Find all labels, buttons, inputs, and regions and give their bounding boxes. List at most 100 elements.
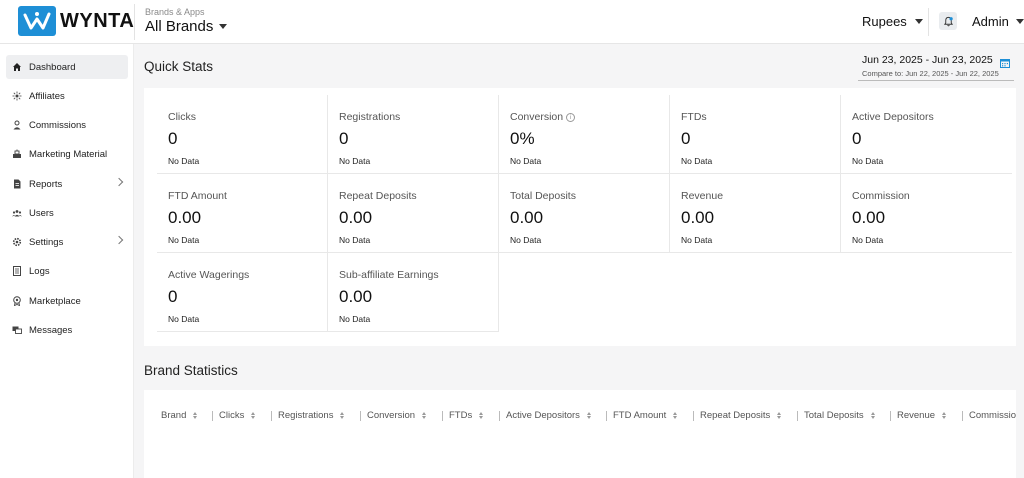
stat-card-total-deposits: Total Deposits 0.00 No Data [499, 174, 670, 253]
stat-card-active-wagerings: Active Wagerings 0 No Data [157, 253, 328, 332]
sidebar-item-messages[interactable]: Messages [6, 318, 128, 342]
commissions-icon [12, 120, 22, 130]
sidebar-item-dashboard[interactable]: Dashboard [6, 55, 128, 79]
affiliates-icon [12, 91, 22, 101]
sort-icon [193, 412, 198, 419]
sidebar-item-settings[interactable]: Settings [6, 230, 128, 254]
stat-label: Sub-affiliate Earnings [339, 269, 439, 281]
logs-icon [12, 266, 22, 276]
column-header-active-depositors[interactable]: Active Depositors [506, 410, 591, 421]
stat-sub: No Data [852, 235, 884, 245]
caret-down-icon [219, 24, 228, 29]
stat-label: Registrations [339, 111, 401, 123]
column-header-ftd-amount[interactable]: FTD Amount [613, 410, 678, 421]
chevron-right-icon [114, 235, 124, 245]
brand-selector-label: Brands & Apps [145, 7, 205, 17]
sidebar-item-marketplace[interactable]: Marketplace [6, 289, 128, 313]
stat-value: 0 [852, 129, 862, 148]
column-label: FTDs [449, 410, 473, 421]
stat-card-conversion: Conversion i 0% No Data [499, 95, 670, 174]
stat-label: Total Deposits [510, 190, 576, 202]
column-header-conversion[interactable]: Conversion [367, 410, 427, 421]
column-divider [606, 411, 607, 421]
logo-icon [18, 6, 56, 36]
sidebar-item-label: Marketplace [29, 295, 81, 307]
column-label: Conversion [367, 410, 416, 421]
stat-label: Conversion [510, 111, 564, 123]
user-menu[interactable]: Admin [972, 14, 1024, 29]
column-divider [797, 411, 798, 421]
stat-value: 0.00 [339, 208, 373, 227]
stat-label: Active Depositors [852, 111, 934, 123]
sidebar-item-label: Settings [29, 236, 64, 248]
brand-selector[interactable]: Brands & Apps All Brands [145, 7, 228, 35]
stat-label: FTD Amount [168, 190, 227, 202]
column-divider [360, 411, 361, 421]
stat-label: Commission [852, 190, 910, 202]
sort-icon [340, 412, 345, 419]
sidebar-item-label: Reports [29, 178, 63, 190]
home-icon [12, 62, 22, 72]
sidebar-item-marketing-material[interactable]: Marketing Material [6, 142, 128, 166]
notification-bell-button[interactable] [939, 12, 957, 30]
header-divider [928, 8, 929, 36]
date-range-picker[interactable]: Jun 23, 2025 - Jun 23, 2025 Compare to: … [858, 50, 1014, 81]
column-header-clicks[interactable]: Clicks [219, 410, 256, 421]
stat-sub: No Data [339, 235, 371, 245]
stat-card-sub-affiliate-earnings: Sub-affiliate Earnings 0.00 No Data [328, 253, 499, 332]
stat-sub: No Data [681, 156, 713, 166]
info-icon[interactable]: i [566, 112, 576, 122]
stat-sub: No Data [852, 156, 884, 166]
sidebar-item-affiliates[interactable]: Affiliates [6, 84, 128, 108]
column-label: Active Depositors [506, 410, 580, 421]
column-label: Total Deposits [804, 410, 864, 421]
sort-icon [479, 412, 484, 419]
messages-icon [12, 325, 22, 335]
stat-sub: No Data [510, 156, 542, 166]
sidebar-item-label: Logs [29, 265, 50, 277]
column-header-ftds[interactable]: FTDs [449, 410, 484, 421]
column-header-revenue[interactable]: Revenue [897, 410, 947, 421]
column-header-repeat-deposits[interactable]: Repeat Deposits [700, 410, 782, 421]
sort-icon [870, 412, 875, 419]
caret-down-icon [1015, 19, 1024, 24]
brand-selector-value-wrap[interactable]: All Brands [145, 18, 228, 35]
stat-card-ftds: FTDs 0 No Data [670, 95, 841, 174]
stat-value: 0.00 [681, 208, 715, 227]
stat-value: 0% [510, 129, 535, 148]
reports-icon [12, 179, 22, 189]
app-logo[interactable]: WYNTA [18, 6, 134, 36]
stat-label: Revenue [681, 190, 724, 202]
stat-card-registrations: Registrations 0 No Data [328, 95, 499, 174]
stat-card-ftd-amount: FTD Amount 0.00 No Data [157, 174, 328, 253]
column-header-brand[interactable]: Brand [161, 410, 198, 421]
stat-sub: No Data [168, 314, 200, 324]
currency-label: Rupees [862, 14, 907, 29]
bell-icon [943, 16, 953, 26]
sort-icon [942, 412, 947, 419]
sidebar-item-reports[interactable]: Reports [6, 172, 128, 196]
currency-selector[interactable]: Rupees [862, 14, 923, 29]
stat-sub: No Data [339, 314, 371, 324]
stat-label: Repeat Deposits [339, 190, 417, 202]
quick-stats-title: Quick Stats [144, 59, 214, 74]
column-header-registrations[interactable]: Registrations [278, 410, 345, 421]
stat-sub: No Data [510, 235, 542, 245]
stat-label: FTDs [681, 111, 707, 123]
sidebar-item-label: Dashboard [29, 61, 76, 73]
stat-value: 0 [168, 287, 178, 306]
date-range-value: Jun 23, 2025 - Jun 23, 2025 [862, 54, 993, 66]
column-label: Registrations [278, 410, 334, 421]
stat-sub: No Data [168, 156, 200, 166]
calendar-icon [1000, 55, 1010, 73]
sidebar-item-logs[interactable]: Logs [6, 259, 128, 283]
stat-value: 0 [681, 129, 691, 148]
sidebar-item-commissions[interactable]: Commissions [6, 113, 128, 137]
chevron-right-icon [114, 177, 124, 187]
stat-sub: No Data [168, 235, 200, 245]
column-header-commission[interactable]: Commissio [969, 410, 1016, 421]
marketing-icon [12, 149, 22, 159]
column-header-total-deposits[interactable]: Total Deposits [804, 410, 875, 421]
sidebar-item-users[interactable]: Users [6, 201, 128, 225]
users-icon [12, 208, 22, 218]
